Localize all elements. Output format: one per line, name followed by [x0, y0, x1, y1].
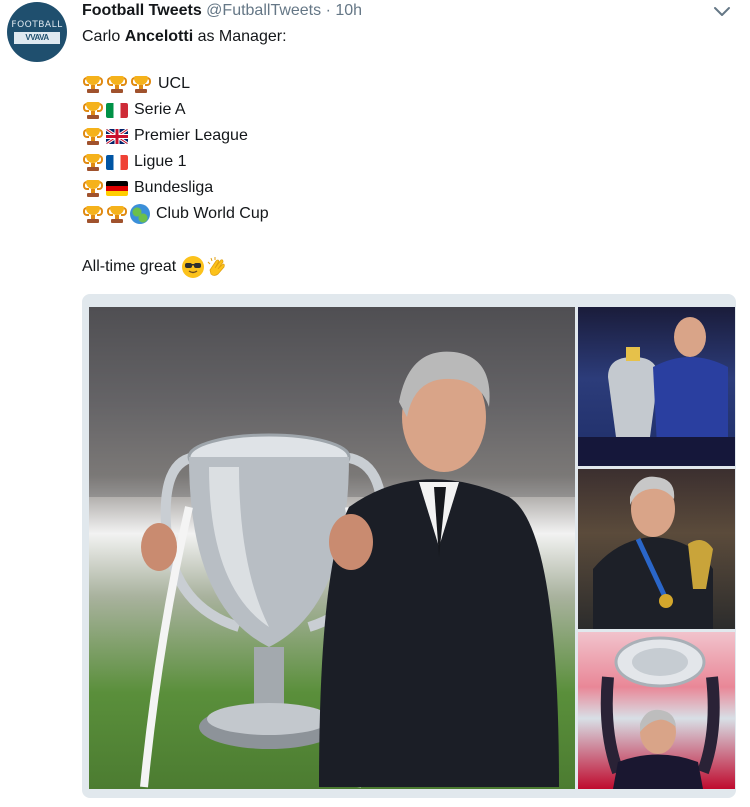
- premier-league-celebration-photo[interactable]: [578, 307, 735, 466]
- celebration-illustration: [578, 317, 735, 466]
- honour-label: Premier League: [134, 127, 248, 144]
- trophy-icon: [82, 178, 104, 198]
- globe-icon: [130, 204, 150, 224]
- intro-prefix: Carlo: [82, 28, 125, 45]
- trophy-icon: [82, 152, 104, 172]
- honour-label: UCL: [158, 75, 191, 92]
- trophy-icon: [82, 126, 104, 146]
- clapping-hands-emoji-icon: [207, 257, 225, 276]
- honour-line-ligue-1: Ligue 1: [82, 152, 187, 172]
- trophy-icon: [106, 74, 128, 94]
- trophy-icon: [82, 100, 104, 120]
- honour-line-serie-a: Serie A: [82, 100, 186, 120]
- intro-bold: Ancelotti: [124, 28, 194, 45]
- intro-suffix: as Manager:: [193, 28, 287, 45]
- trophy-icon: [106, 204, 128, 224]
- france-flag-icon: [106, 154, 128, 170]
- avatar[interactable]: FOOTBALL VVAVA: [7, 2, 67, 62]
- honour-label: Ligue 1: [134, 153, 187, 170]
- uk-flag-icon: [106, 128, 128, 144]
- main-trophy-photo[interactable]: [89, 307, 575, 789]
- honour-line-club-world-cup: Club World Cup: [82, 204, 269, 224]
- trophy-icon: [82, 204, 104, 224]
- timestamp[interactable]: 10h: [335, 2, 362, 19]
- tweet-intro: Carlo Ancelotti as Manager:: [82, 27, 287, 47]
- separator-dot: ·: [325, 2, 331, 19]
- honour-label: Club World Cup: [156, 205, 269, 222]
- bundesliga-shield-photo[interactable]: [578, 632, 735, 789]
- germany-flag-icon: [106, 180, 128, 196]
- author-handle[interactable]: @FutballTweets: [206, 2, 321, 19]
- italy-flag-icon: [106, 102, 128, 118]
- medal-photo[interactable]: [578, 469, 735, 629]
- avatar-text-top: FOOTBALL: [11, 20, 63, 30]
- honour-label: Serie A: [134, 101, 186, 118]
- trophy-icon: [82, 74, 104, 94]
- tweet-header: Football Tweets @FutballTweets · 10h: [82, 1, 362, 21]
- honour-line-premier-league: Premier League: [82, 126, 248, 146]
- honour-line-ucl: UCL: [82, 74, 190, 94]
- author-name[interactable]: Football Tweets: [82, 2, 202, 19]
- chevron-down-icon[interactable]: [712, 4, 732, 20]
- avatar-text-bottom: VVAVA: [14, 32, 60, 44]
- shield-illustration: [600, 636, 720, 789]
- trophy-icon: [130, 74, 152, 94]
- trophy-photo-illustration: [89, 307, 575, 788]
- honour-label: Bundesliga: [134, 179, 214, 196]
- medal-illustration: [593, 476, 713, 629]
- honour-line-bundesliga: Bundesliga: [82, 178, 213, 198]
- closing-line: All-time great: [82, 256, 228, 278]
- sunglasses-emoji-icon: [182, 256, 205, 278]
- closing-text: All-time great: [82, 258, 177, 275]
- media-grid: [82, 294, 736, 798]
